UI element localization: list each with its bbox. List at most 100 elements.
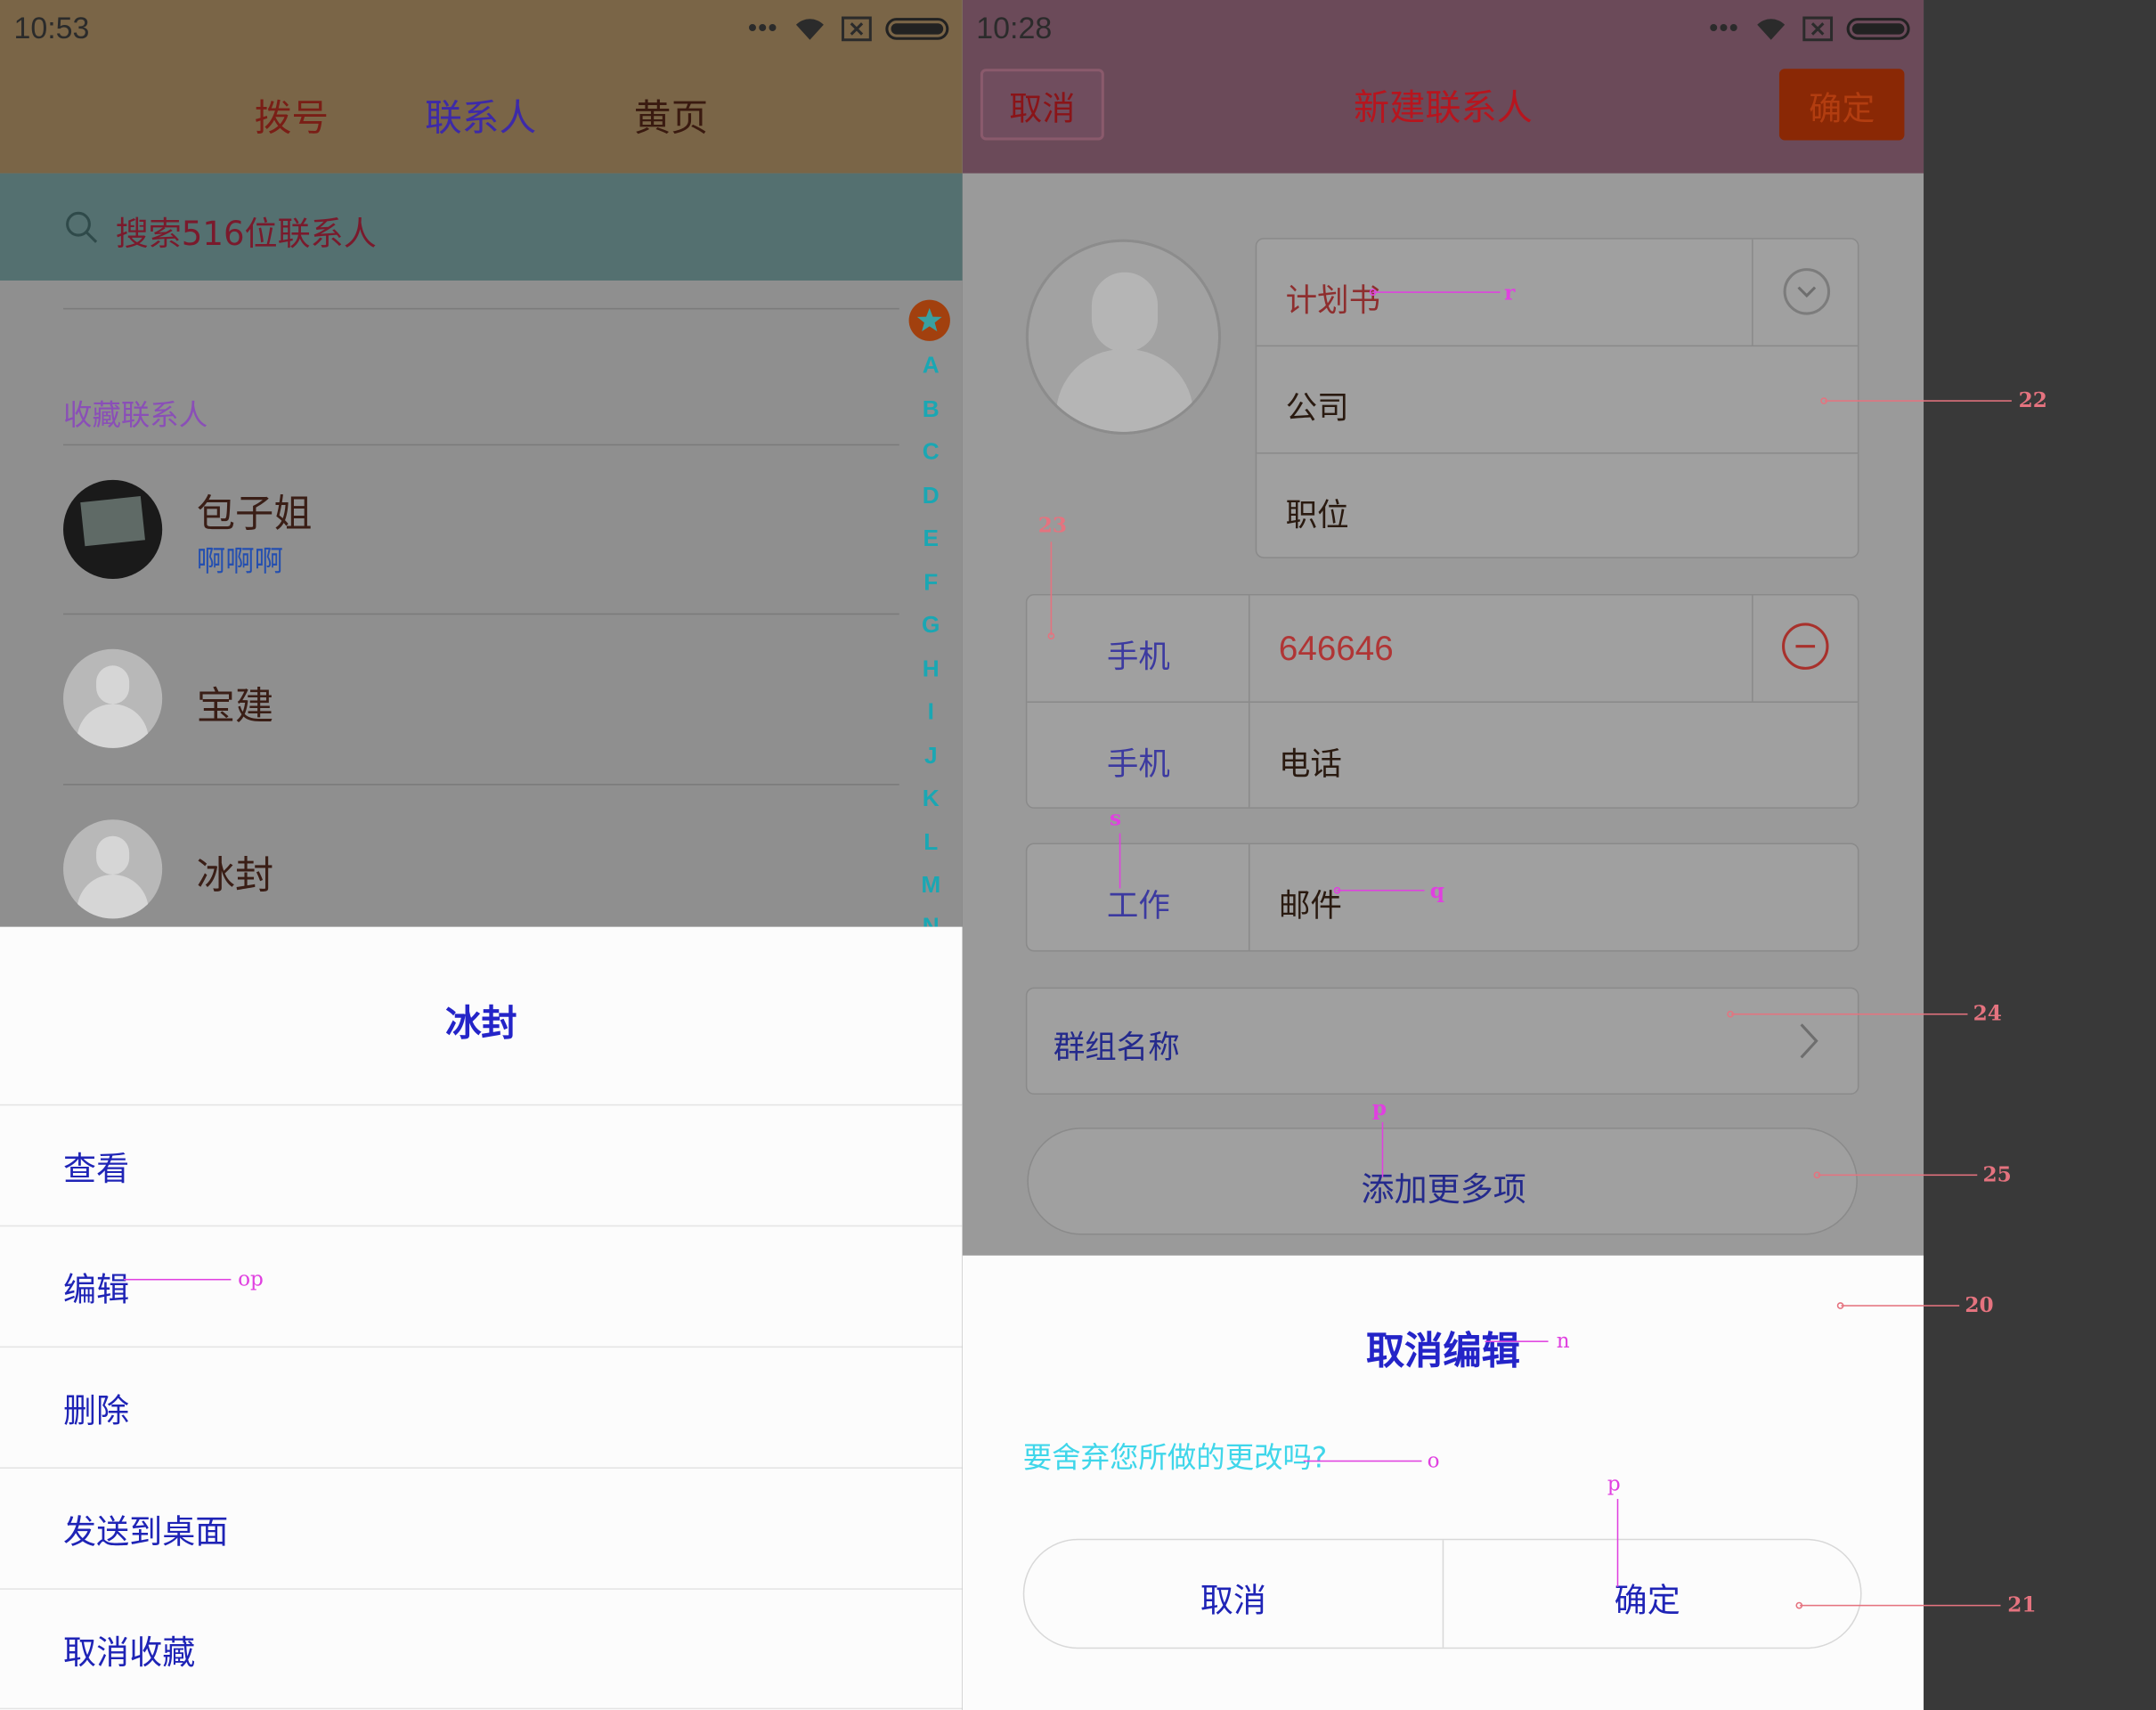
annotation-label: q (1429, 878, 1444, 904)
annotation-line (1119, 833, 1121, 889)
annotation-line (1824, 400, 2012, 402)
new-contact-header: 10:28 ••• 取消 新建联系人 确定 (962, 0, 1924, 174)
annotation-line (1818, 1174, 1978, 1177)
remove-phone-icon[interactable] (1782, 623, 1829, 670)
index-letter[interactable]: L (918, 829, 943, 857)
index-letter[interactable]: E (918, 525, 943, 553)
basic-info-card: 计划书 公司 职位 (1255, 238, 1859, 558)
email-label[interactable]: 工作 (1107, 879, 1170, 925)
list-item[interactable]: 宝建 (0, 615, 907, 784)
annotation-marker (1369, 289, 1377, 296)
company-field[interactable]: 公司 (1286, 381, 1349, 428)
header-confirm-label: 确定 (1809, 88, 1875, 127)
index-letter[interactable]: B (918, 396, 943, 424)
annotation-line (1303, 1460, 1422, 1462)
more-dots-icon: ••• (748, 13, 778, 42)
index-letter[interactable]: D (918, 483, 943, 510)
contact-name: 冰封 (196, 852, 274, 899)
annotation-marker (1047, 632, 1055, 639)
cancel-edit-dialog: 取消编辑 要舍弃您所做的更改吗? 取消 确定 (962, 1255, 1924, 1710)
index-letter[interactable]: J (918, 743, 943, 770)
annotation-line (1616, 1498, 1619, 1587)
sheet-item-edit[interactable]: 编辑 (0, 1225, 963, 1347)
status-time: 10:53 (13, 11, 90, 45)
header-confirm-button[interactable]: 确定 (1778, 69, 1905, 141)
annotation-line (1050, 542, 1053, 636)
tab-yellow-pages[interactable]: 黄页 (634, 88, 708, 142)
tab-dialer[interactable]: 拨号 (255, 88, 329, 142)
sheet-item-label: 编辑 (63, 1270, 130, 1309)
contact-name: 包子姐 (196, 491, 313, 537)
annotation-line (1485, 1340, 1549, 1342)
annotation-line (1841, 1305, 1960, 1307)
section-label-favorites: 收藏联系人 (63, 398, 208, 432)
dialog-button-group: 取消 确定 (1022, 1538, 1862, 1649)
list-item[interactable]: 包子姐 啊啊啊 (0, 445, 907, 613)
annotation-line (1371, 291, 1501, 293)
annotation-label: o (1427, 1447, 1440, 1473)
battery-icon (1846, 17, 1910, 40)
avatar (63, 819, 163, 919)
contact-list: 收藏联系人 包子姐 啊啊啊 宝建 冰封 A B C D E F G H I J … (0, 280, 963, 927)
phone2-input[interactable]: 电话 (1279, 737, 1342, 784)
position-field[interactable]: 职位 (1286, 488, 1349, 534)
sheet-item-delete[interactable]: 删除 (0, 1346, 963, 1468)
phone1-label[interactable]: 手机 (1107, 630, 1170, 676)
phone2-label[interactable]: 手机 (1107, 737, 1170, 784)
annotation-label: 22 (2018, 387, 2047, 413)
status-bar: 10:53 ••• (0, 0, 963, 55)
sim-icon (1802, 15, 1834, 41)
add-more-label: 添加更多项 (1361, 1169, 1526, 1209)
sheet-item-unfavorite[interactable]: 取消收藏 (0, 1588, 963, 1710)
sheet-item-label: 删除 (63, 1391, 130, 1430)
avatar (63, 648, 163, 748)
chevron-right-icon (1800, 1023, 1818, 1059)
group-label: 群组名称 (1053, 1030, 1180, 1066)
sheet-item-view[interactable]: 查看 (0, 1103, 963, 1226)
dialog-confirm-label: 确定 (1614, 1581, 1680, 1620)
search-input[interactable]: 搜索516位联系人 (116, 207, 377, 255)
status-bar: 10:28 ••• (963, 0, 1924, 55)
wifi-icon (1757, 18, 1786, 40)
contact-action-sheet: 冰封 查看 编辑 删除 发送到桌面 取消收藏 (0, 926, 963, 1710)
index-letter[interactable]: A (918, 352, 943, 379)
dialog-cancel-button[interactable]: 取消 (1024, 1540, 1442, 1647)
email-input[interactable]: 邮件 (1279, 879, 1342, 925)
annotation-line (1730, 1013, 1968, 1015)
annotation-label: 25 (1982, 1161, 2012, 1187)
search-bar[interactable]: 搜索516位联系人 (0, 173, 963, 281)
tab-contacts[interactable]: 联系人 (425, 88, 536, 142)
annotation-line (1381, 1121, 1384, 1177)
dialog-title: 取消编辑 (1365, 1328, 1520, 1374)
index-letter[interactable]: K (918, 786, 943, 813)
note-field[interactable]: 计划书 (1286, 273, 1381, 320)
phone1-input[interactable]: 646646 (1279, 630, 1394, 670)
index-letter[interactable]: I (918, 698, 943, 726)
status-icons: ••• (748, 13, 949, 42)
sheet-item-label: 取消收藏 (63, 1633, 196, 1673)
annotation-label: 23 (1037, 512, 1067, 538)
dialog-cancel-label: 取消 (1200, 1581, 1267, 1620)
favorites-star-icon[interactable] (908, 299, 950, 341)
index-letter[interactable]: M (918, 872, 943, 900)
annotation-label: s (1110, 805, 1122, 831)
more-dots-icon: ••• (1709, 13, 1740, 42)
divider (63, 307, 899, 310)
sim-icon (841, 15, 872, 41)
photo-avatar[interactable] (1025, 239, 1222, 435)
dialog-confirm-button[interactable]: 确定 (1444, 1540, 1861, 1647)
index-letter[interactable]: C (918, 439, 943, 467)
index-letter[interactable]: F (918, 569, 943, 597)
sheet-item-send-to-desktop[interactable]: 发送到桌面 (0, 1467, 963, 1588)
index-letter[interactable]: N (918, 913, 943, 926)
index-letter[interactable]: H (918, 656, 943, 683)
list-item[interactable]: 冰封 (0, 786, 907, 937)
group-row[interactable]: 群组名称 (1025, 987, 1859, 1095)
contact-name: 宝建 (196, 683, 274, 729)
chevron-down-icon[interactable] (1783, 268, 1831, 315)
annotation-label: 21 (2007, 1592, 2037, 1617)
index-letter[interactable]: G (918, 612, 943, 639)
annotation-label: n (1556, 1328, 1570, 1354)
annotation-label: 24 (1973, 1001, 2002, 1026)
add-more-button[interactable]: 添加更多项 (1027, 1128, 1858, 1235)
